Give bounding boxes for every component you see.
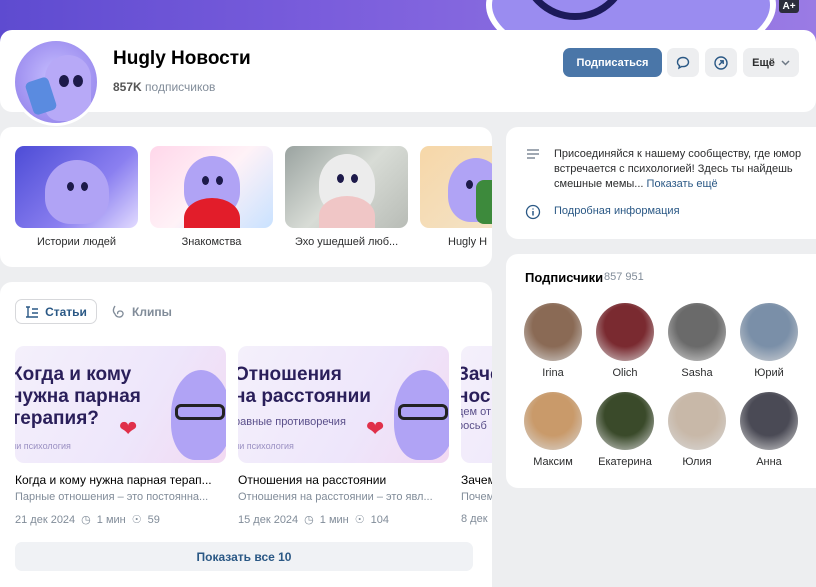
subscribers-section: Подписчики 857 951 Irina Olich Sasha Юри… xyxy=(506,254,816,488)
subscriber-avatar[interactable] xyxy=(596,392,654,450)
subscriber-avatar[interactable] xyxy=(740,392,798,450)
subscriber-avatar[interactable] xyxy=(524,303,582,361)
more-button-label: Ещё xyxy=(752,56,775,69)
font-size-badge[interactable]: A+ xyxy=(779,0,799,13)
eye-icon: ☉ xyxy=(131,514,142,526)
subscriber-name[interactable]: Максим xyxy=(513,456,593,468)
stories-section: Истории людей Знакомства Эхо ушедшей люб… xyxy=(0,127,492,267)
share-icon xyxy=(714,55,728,70)
subscriber-name[interactable]: Olich xyxy=(585,367,665,379)
subscriber-name[interactable]: Анна xyxy=(729,456,809,468)
article-cover-subheadline: росьб xyxy=(461,420,487,432)
story-label: Знакомства xyxy=(181,236,242,248)
story-label: Истории людей xyxy=(36,236,116,248)
article-views: 104 xyxy=(370,513,389,526)
article-cover[interactable]: Отношения на расстоянии равные противоре… xyxy=(238,346,449,463)
article-read-time: 1 мин xyxy=(319,513,349,526)
article-cover-category: ли психология xyxy=(15,441,71,451)
article-description: Почем xyxy=(461,491,492,503)
eye-icon: ☉ xyxy=(354,514,365,526)
subscriber-name[interactable]: Екатерина xyxy=(585,456,665,468)
article-read-time: 1 мин xyxy=(96,513,126,526)
article-cover-subheadline: дем от xyxy=(461,406,492,418)
tab-articles[interactable]: Статьи xyxy=(15,299,97,324)
article-description: Отношения на расстоянии – это явл... xyxy=(238,491,433,503)
subscriber-name[interactable]: Sasha xyxy=(657,367,737,379)
article-meta: 15 дек 2024 ◷ 1 мин ☉ 104 xyxy=(238,513,389,527)
chevron-down-icon xyxy=(781,59,790,66)
article-cover-headline: Зачем нос xyxy=(461,364,492,407)
article-date: 8 дек xyxy=(461,513,488,525)
heart-icon: ❤ xyxy=(119,416,138,441)
community-avatar[interactable] xyxy=(12,38,100,126)
story-card[interactable] xyxy=(420,146,492,228)
article-description: Парные отношения – это постоянна... xyxy=(15,491,209,503)
article-cover-subheadline: равные противоречия xyxy=(238,416,346,428)
subscriber-name[interactable]: Юрий xyxy=(729,367,809,379)
show-more-link[interactable]: Показать ещё xyxy=(647,178,718,190)
more-button[interactable]: Ещё xyxy=(743,48,799,77)
info-icon xyxy=(525,204,541,220)
community-description: Присоединяйся к нашему сообществу, где ю… xyxy=(554,147,804,192)
clock-icon: ◷ xyxy=(304,514,314,526)
show-all-articles-button[interactable]: Показать все 10 xyxy=(15,542,473,571)
community-title: Hugly Новости xyxy=(113,48,251,69)
subscriber-count[interactable]: 857K подписчиков xyxy=(113,80,215,94)
article-cover[interactable]: Когда и кому нужна парная терапия? ли пс… xyxy=(15,346,226,463)
story-card[interactable] xyxy=(150,146,273,228)
message-button[interactable] xyxy=(667,48,699,77)
article-cover[interactable]: Зачем нос дем от росьб xyxy=(461,346,492,463)
description-icon xyxy=(527,149,539,159)
subscriber-avatar[interactable] xyxy=(524,392,582,450)
detailed-info-link[interactable]: Подробная информация xyxy=(554,205,680,217)
article-cover-headline: Отношения на расстоянии xyxy=(238,364,371,407)
articles-section: Статьи Клипы Когда и кому нужна парная т… xyxy=(0,282,492,587)
story-card[interactable] xyxy=(285,146,408,228)
subscribe-button[interactable]: Подписаться xyxy=(563,48,662,77)
clips-icon xyxy=(112,305,124,318)
article-title[interactable]: Когда и кому нужна парная терап... xyxy=(15,473,226,487)
tab-articles-label: Статьи xyxy=(45,304,87,319)
article-title[interactable]: Отношения на расстоянии xyxy=(238,473,449,487)
subscriber-name[interactable]: Irina xyxy=(513,367,593,379)
article-cover-category: ли психология xyxy=(238,441,294,451)
story-card[interactable] xyxy=(15,146,138,228)
article-date: 21 дек 2024 xyxy=(15,513,76,526)
about-section: Присоединяйся к нашему сообществу, где ю… xyxy=(506,127,816,239)
subscribers-heading[interactable]: Подписчики xyxy=(525,270,603,285)
subscriber-count-label: подписчиков xyxy=(145,80,216,94)
community-header: Hugly Новости 857K подписчиков Подписать… xyxy=(0,30,816,126)
article-title[interactable]: Зачем xyxy=(461,473,492,487)
subscriber-avatar[interactable] xyxy=(668,303,726,361)
subscriber-count-value: 857K xyxy=(113,80,142,94)
message-icon xyxy=(676,56,690,69)
clock-icon: ◷ xyxy=(81,514,91,526)
subscriber-avatar[interactable] xyxy=(740,303,798,361)
tab-clips-label: Клипы xyxy=(132,304,172,319)
share-button[interactable] xyxy=(705,48,737,77)
article-meta: 21 дек 2024 ◷ 1 мин ☉ 59 xyxy=(15,513,160,527)
story-label: Hugly Н xyxy=(448,236,488,248)
article-views: 59 xyxy=(147,513,160,526)
subscriber-avatar[interactable] xyxy=(596,303,654,361)
subscriber-name[interactable]: Юлия xyxy=(657,456,737,468)
subscribers-count: 857 951 xyxy=(604,271,644,283)
heart-icon: ❤ xyxy=(366,416,385,441)
article-meta: 8 дек xyxy=(461,513,488,525)
subscriber-avatar[interactable] xyxy=(668,392,726,450)
articles-icon xyxy=(26,305,39,318)
article-date: 15 дек 2024 xyxy=(238,513,299,526)
story-label: Эхо ушедшей люб... xyxy=(294,236,399,248)
tab-clips[interactable]: Клипы xyxy=(112,299,172,324)
